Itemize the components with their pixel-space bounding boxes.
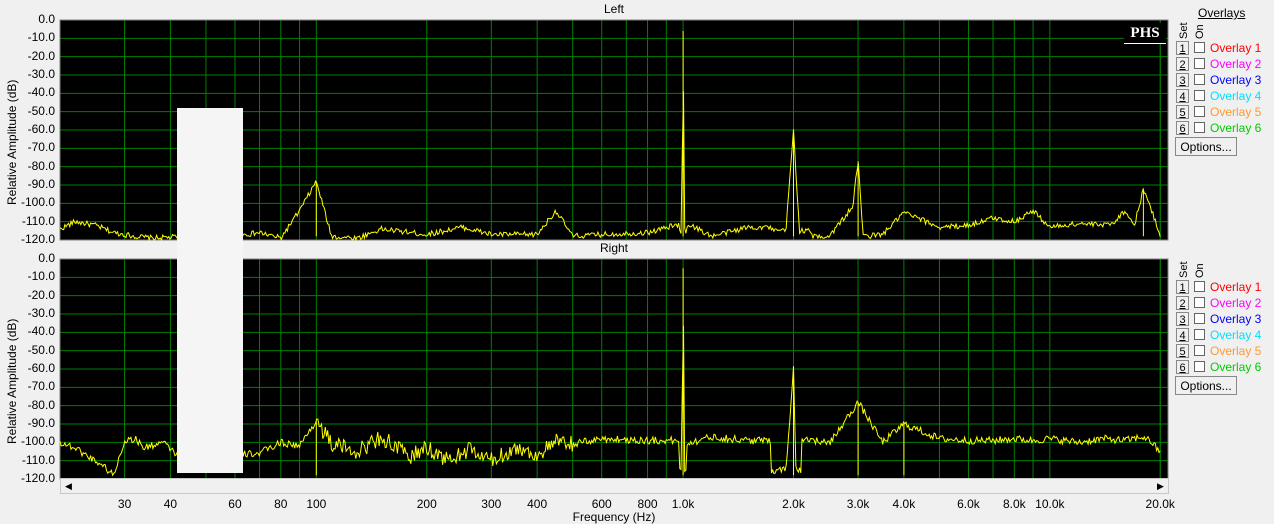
right-spectrum-plot[interactable]	[0, 257, 1170, 481]
scroll-left-arrow-icon[interactable]: ◀	[61, 479, 76, 493]
left-panel-title: Left	[603, 2, 624, 16]
set-column-header: Set	[1178, 22, 1190, 39]
overlay-row: 5 Overlay 5	[1176, 344, 1272, 359]
overlay-set-button[interactable]: 5	[1176, 105, 1189, 119]
x-tick-label: 3.0k	[846, 497, 870, 511]
left-options-button[interactable]: Options...	[1175, 137, 1237, 156]
overlay-on-checkbox[interactable]	[1194, 345, 1205, 356]
overlay-row: 6 Overlay 6	[1176, 121, 1272, 136]
overlay-label: Overlay 3	[1210, 312, 1262, 326]
overlay-set-button[interactable]: 4	[1176, 328, 1189, 342]
overlay-on-checkbox[interactable]	[1194, 58, 1205, 69]
overlay-label: Overlay 1	[1210, 41, 1262, 55]
set-column-header-right: Set	[1178, 261, 1190, 278]
x-tick-label: 20.0k	[1145, 497, 1175, 511]
x-tick-label: 40	[163, 497, 178, 511]
x-tick-label: 200	[416, 497, 437, 511]
x-tick-label: 60	[228, 497, 242, 511]
scroll-right-arrow-icon[interactable]: ▶	[1153, 479, 1168, 493]
overlay-set-button[interactable]: 1	[1176, 41, 1189, 55]
x-tick-label: 6.0k	[957, 497, 980, 511]
x-tick-label: 400	[527, 497, 548, 511]
overlay-on-checkbox[interactable]	[1194, 313, 1205, 324]
overlay-set-button[interactable]: 3	[1176, 312, 1189, 326]
overlay-on-checkbox[interactable]	[1194, 90, 1205, 101]
x-tick-label: 80	[274, 497, 288, 511]
overlay-set-button[interactable]: 2	[1176, 57, 1189, 71]
overlay-on-checkbox[interactable]	[1194, 361, 1205, 372]
overlay-on-checkbox[interactable]	[1194, 42, 1205, 53]
overlay-set-button[interactable]: 4	[1176, 89, 1189, 103]
left-spectrum-plot[interactable]	[0, 18, 1170, 242]
overlay-row: 6 Overlay 6	[1176, 360, 1272, 375]
overlay-row: 2 Overlay 2	[1176, 57, 1272, 72]
overlay-row: 4 Overlay 4	[1176, 328, 1272, 343]
overlay-set-button[interactable]: 6	[1176, 121, 1189, 135]
x-axis-label: Frequency (Hz)	[572, 510, 656, 524]
x-tick-label: 8.0k	[1002, 497, 1026, 511]
x-tick-label: 1.0k	[671, 497, 695, 511]
overlay-label: Overlay 3	[1210, 73, 1262, 87]
right-options-button[interactable]: Options...	[1175, 376, 1237, 395]
overlay-label: Overlay 4	[1210, 89, 1262, 103]
overlay-row: 2 Overlay 2	[1176, 296, 1272, 311]
overlay-row: 3 Overlay 3	[1176, 312, 1272, 327]
x-tick-label: 800	[637, 497, 658, 511]
overlay-on-checkbox[interactable]	[1194, 106, 1205, 117]
overlay-label: Overlay 1	[1210, 280, 1262, 294]
overlay-row: 5 Overlay 5	[1176, 105, 1272, 120]
overlay-set-button[interactable]: 6	[1176, 360, 1189, 374]
phs-logo: PHS	[1124, 23, 1166, 44]
overlay-set-button[interactable]: 2	[1176, 296, 1189, 310]
x-tick-label: 300	[481, 497, 502, 511]
overlay-on-checkbox[interactable]	[1194, 74, 1205, 85]
overlay-set-button[interactable]: 1	[1176, 280, 1189, 294]
x-tick-label: 30	[117, 497, 132, 511]
overlay-on-checkbox[interactable]	[1194, 297, 1205, 308]
on-column-header-right: On	[1194, 263, 1206, 278]
overlay-on-checkbox[interactable]	[1194, 329, 1205, 340]
overlay-on-checkbox[interactable]	[1194, 122, 1205, 133]
on-column-header: On	[1194, 24, 1206, 39]
x-tick-label: 4.0k	[892, 497, 916, 511]
x-tick-label: 2.0k	[782, 497, 805, 511]
x-tick-label: 10.0k	[1035, 497, 1065, 511]
overlay-label: Overlay 6	[1210, 360, 1262, 374]
overlay-label: Overlay 5	[1210, 105, 1262, 119]
overlay-set-button[interactable]: 3	[1176, 73, 1189, 87]
overlay-row: 1 Overlay 1	[1176, 280, 1272, 295]
overlay-on-checkbox[interactable]	[1194, 281, 1205, 292]
overlays-title: Overlays	[1198, 6, 1246, 20]
overlay-row: 3 Overlay 3	[1176, 73, 1272, 88]
x-tick-label: 600	[591, 497, 612, 511]
frequency-scrollbar[interactable]: ◀ ▶	[60, 478, 1169, 494]
overlay-label: Overlay 2	[1210, 296, 1262, 310]
occluding-rectangle	[177, 108, 243, 473]
overlay-label: Overlay 4	[1210, 328, 1262, 342]
overlay-label: Overlay 6	[1210, 121, 1262, 135]
x-tick-label: 100	[306, 497, 327, 511]
overlay-set-button[interactable]: 5	[1176, 344, 1189, 358]
overlay-row: 4 Overlay 4	[1176, 89, 1272, 104]
overlay-label: Overlay 2	[1210, 57, 1262, 71]
overlay-row: 1 Overlay 1	[1176, 41, 1272, 56]
overlay-label: Overlay 5	[1210, 344, 1262, 358]
